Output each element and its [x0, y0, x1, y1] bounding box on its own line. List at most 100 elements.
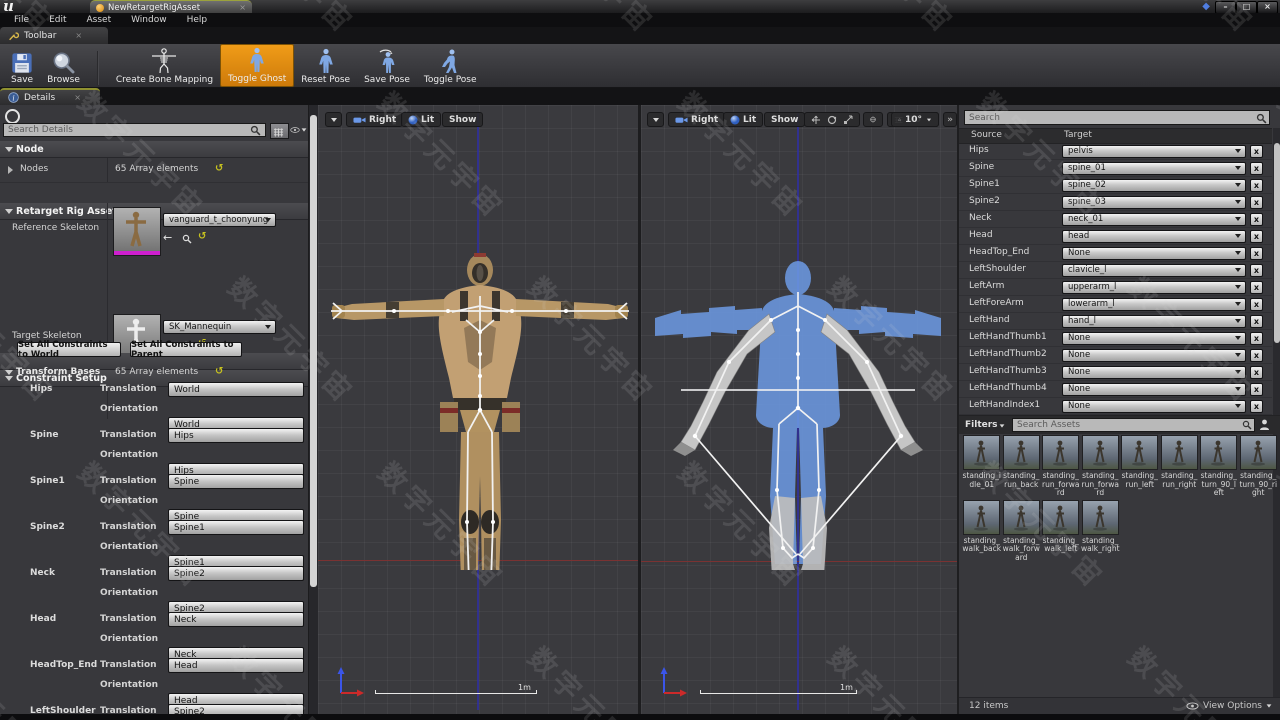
menu-item[interactable]: File [4, 15, 39, 25]
toolbar-tab-close-icon[interactable]: × [75, 31, 82, 40]
details-tab-close-icon[interactable]: × [74, 93, 81, 102]
world-local-space-button[interactable] [863, 112, 883, 127]
nodes-row[interactable]: Nodes 65 Array elements ↺ [0, 158, 308, 183]
target-bone-dropdown[interactable]: clavicle_l [1062, 264, 1246, 277]
asset-item[interactable]: standing_walk_back [962, 500, 1002, 563]
source-viewport[interactable]: Right Lit Show 1m [318, 105, 638, 720]
mapping-scrollbar-track[interactable] [1273, 128, 1280, 698]
viewport-options-button[interactable] [325, 112, 342, 127]
view-angle-button[interactable]: Right [346, 112, 403, 127]
display-filter-button[interactable] [290, 123, 307, 137]
reference-skeleton-dropdown[interactable]: vanguard_t_choonyung [163, 213, 276, 227]
translate-tool-icon[interactable] [811, 115, 821, 125]
translation-dropdown[interactable]: Spine2 [168, 566, 304, 581]
clear-mapping-button[interactable]: x [1250, 332, 1263, 345]
asset-item[interactable]: standing_run_forward [1081, 435, 1121, 498]
node-section-header[interactable]: Node [0, 141, 308, 158]
asset-item[interactable]: standing_run_left [1120, 435, 1160, 498]
use-selected-icon[interactable]: ← [163, 231, 172, 244]
set-constraints-world-button[interactable]: Set All Constraints to World [17, 342, 121, 357]
asset-item[interactable]: standing_turn_90_right [1239, 435, 1279, 498]
target-bone-dropdown[interactable]: None [1062, 383, 1246, 396]
details-search-input[interactable] [3, 123, 266, 137]
target-skeleton-dropdown[interactable]: SK_Mannequin [163, 320, 276, 334]
create-bone-mapping-button[interactable]: Create Bone Mapping [109, 46, 220, 87]
mapping-scrollbar-thumb[interactable] [1274, 143, 1280, 343]
mapping-search-input[interactable] [964, 110, 1270, 125]
asset-search-input[interactable] [1012, 418, 1255, 432]
clear-mapping-button[interactable]: x [1250, 315, 1263, 328]
view-mode-button[interactable]: Lit [401, 112, 441, 127]
scale-tool-icon[interactable] [843, 115, 853, 125]
reset-to-default-icon[interactable]: ↺ [215, 163, 223, 174]
property-matrix-button[interactable] [270, 123, 289, 139]
clear-mapping-button[interactable]: x [1250, 383, 1263, 396]
asset-item[interactable]: standing_walk_forward [1002, 500, 1042, 563]
person-icon[interactable] [1259, 419, 1270, 431]
asset-item[interactable]: standing_run_forward [1041, 435, 1081, 498]
filters-button[interactable]: Filters [965, 420, 998, 430]
save-button[interactable]: Save [4, 50, 40, 87]
clear-mapping-button[interactable]: x [1250, 196, 1263, 209]
translation-dropdown[interactable]: Head [168, 658, 304, 673]
rotate-tool-icon[interactable] [827, 115, 837, 125]
rotation-snap-value[interactable]: 10° [905, 115, 922, 125]
translation-dropdown[interactable]: Hips [168, 428, 304, 443]
transform-bases-header[interactable]: Transform Bases 65 Array elements ↺ [0, 363, 308, 381]
toolbar-tab[interactable]: Toolbar × [0, 27, 108, 44]
clear-mapping-button[interactable]: x [1250, 213, 1263, 226]
clear-mapping-button[interactable]: x [1250, 264, 1263, 277]
save-pose-button[interactable]: Save Pose [357, 46, 417, 87]
view-angle-button[interactable]: Right [668, 112, 725, 127]
translation-dropdown[interactable]: Neck [168, 612, 304, 627]
details-scrollbar-thumb[interactable] [310, 115, 317, 587]
lock-icon[interactable] [5, 109, 20, 124]
translation-dropdown[interactable]: World [168, 382, 304, 397]
reset-pose-button[interactable]: Reset Pose [294, 46, 357, 87]
browse-to-asset-icon[interactable] [182, 234, 192, 244]
clear-mapping-button[interactable]: x [1250, 366, 1263, 379]
target-bone-dropdown[interactable]: None [1062, 349, 1246, 362]
reset-to-default-icon[interactable]: ↺ [215, 366, 223, 377]
reference-skeleton-thumbnail[interactable] [113, 207, 161, 256]
reset-to-default-icon[interactable]: ↺ [198, 231, 206, 242]
clear-mapping-button[interactable]: x [1250, 145, 1263, 158]
details-tab[interactable]: i Details × [0, 88, 100, 105]
clear-mapping-button[interactable]: x [1250, 349, 1263, 362]
asset-item[interactable]: standing_walk_left [1041, 500, 1081, 563]
target-bone-dropdown[interactable]: pelvis [1062, 145, 1246, 158]
clear-mapping-button[interactable]: x [1250, 179, 1263, 192]
target-bone-dropdown[interactable]: None [1062, 247, 1246, 260]
menu-item[interactable]: Window [121, 15, 177, 25]
target-bone-dropdown[interactable]: spine_03 [1062, 196, 1246, 209]
view-options-button[interactable]: View Options [1186, 701, 1272, 711]
toolbar-overflow-button[interactable]: » [943, 112, 957, 127]
clear-mapping-button[interactable]: x [1250, 247, 1263, 260]
asset-item[interactable]: standing_walk_right [1081, 500, 1121, 563]
clear-mapping-button[interactable]: x [1250, 298, 1263, 311]
clear-mapping-button[interactable]: x [1250, 400, 1263, 413]
target-viewport[interactable]: Right Lit Show [641, 105, 957, 720]
view-mode-button[interactable]: Lit [723, 112, 763, 127]
asset-item[interactable]: standing_run_back [1002, 435, 1042, 498]
clear-mapping-button[interactable]: x [1250, 162, 1263, 175]
target-bone-dropdown[interactable]: spine_01 [1062, 162, 1246, 175]
viewport-options-button[interactable] [647, 112, 664, 127]
browse-button[interactable]: Browse [40, 48, 87, 87]
show-menu-button[interactable]: Show [764, 112, 805, 127]
asset-item[interactable]: standing_idle_01 [962, 435, 1002, 498]
rotation-snap-icon[interactable] [898, 115, 901, 124]
show-menu-button[interactable]: Show [442, 112, 483, 127]
target-bone-dropdown[interactable]: neck_01 [1062, 213, 1246, 226]
translation-dropdown[interactable]: Spine [168, 474, 304, 489]
target-bone-dropdown[interactable]: spine_02 [1062, 179, 1246, 192]
target-bone-dropdown[interactable]: None [1062, 366, 1246, 379]
menu-item[interactable]: Edit [39, 15, 76, 25]
menu-item[interactable]: Asset [77, 15, 122, 25]
asset-tab-close-icon[interactable]: × [239, 3, 246, 12]
menu-item[interactable]: Help [177, 15, 218, 25]
translation-dropdown[interactable]: Spine1 [168, 520, 304, 535]
target-bone-dropdown[interactable]: None [1062, 332, 1246, 345]
target-bone-dropdown[interactable]: None [1062, 400, 1246, 413]
clear-mapping-button[interactable]: x [1250, 230, 1263, 243]
